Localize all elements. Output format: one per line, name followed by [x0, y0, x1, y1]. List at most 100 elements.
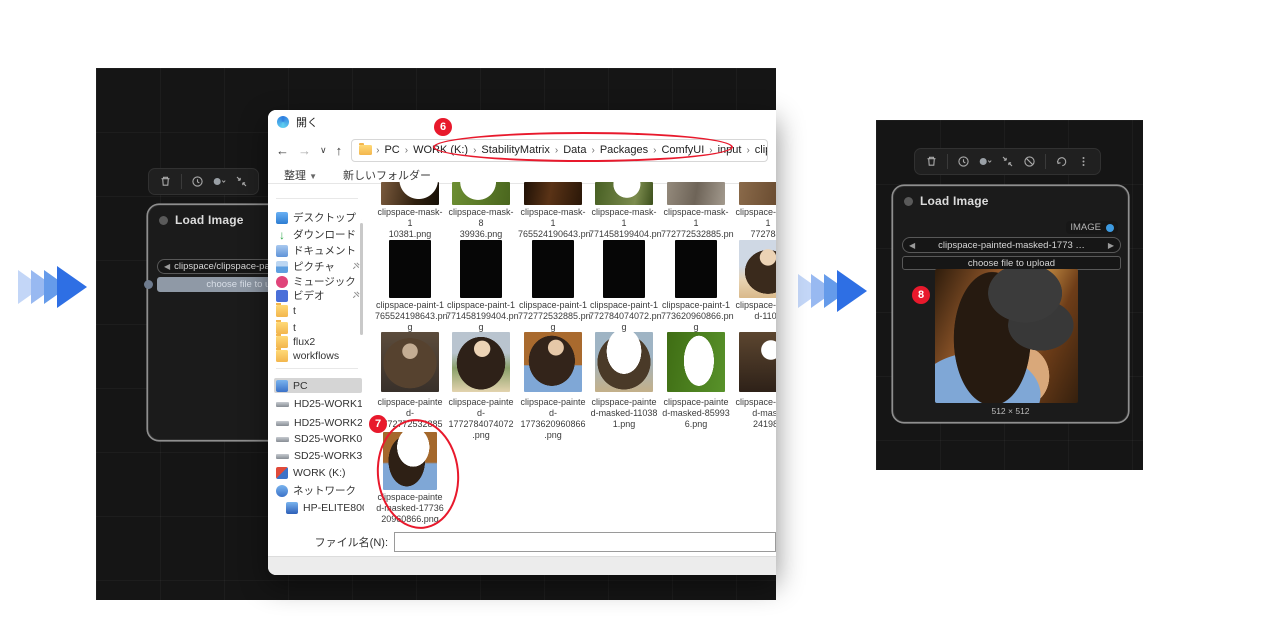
file-name[interactable]: clipspace-mask-839936.png [446, 207, 516, 240]
trash-icon[interactable] [159, 175, 172, 188]
input-socket-icon[interactable] [144, 280, 153, 289]
file-thumbnail[interactable] [603, 240, 645, 298]
sidebar-item-network[interactable]: ネットワーク [274, 483, 362, 498]
file-thumbnail[interactable] [389, 240, 431, 298]
desktop-icon [276, 212, 288, 224]
sidebar-item-folder[interactable]: t [274, 303, 362, 318]
bypass-icon[interactable] [1023, 155, 1036, 168]
tutorial-screenshot: Load Image ◀ clipspace/clipspace-pain ch… [0, 0, 1280, 630]
sidebar-item-music[interactable]: ミュージック [274, 274, 362, 289]
sidebar-separator [276, 198, 358, 199]
file-name[interactable]: clipspace-painted-maski241986 [733, 397, 776, 430]
file-name[interactable]: clipspace-painted-1773620960866.png [518, 397, 588, 441]
file-name[interactable]: clipspace-paint-1773620960866.png [661, 300, 731, 333]
sidebar-item-video[interactable]: ビデオ [274, 288, 362, 303]
sidebar-item-label: ピクチャ [293, 259, 335, 274]
file-thumbnail[interactable] [460, 240, 502, 298]
file-thumbnail[interactable] [595, 182, 653, 205]
file-name[interactable]: clipspace-paint-1772772532885.png [518, 300, 588, 333]
file-thumbnail[interactable] [532, 240, 574, 298]
choose-file-button[interactable]: choose file to upload [902, 256, 1121, 270]
dialog-footer [268, 556, 776, 575]
file-name[interactable]: clipspace-painted-1103 [733, 300, 776, 322]
pin-icon [352, 261, 360, 273]
file-thumbnail[interactable] [452, 332, 510, 392]
sidebar-item-drive-color[interactable]: WORK (K:) [274, 465, 362, 480]
back-icon[interactable]: ← [276, 144, 289, 157]
color-dot-icon[interactable] [213, 175, 226, 188]
folder-icon [359, 145, 372, 155]
collapse-icon[interactable] [1001, 155, 1014, 168]
pin-icon [352, 290, 360, 302]
breadcrumb-item[interactable]: clipspace [754, 144, 768, 156]
forward-icon[interactable]: → [298, 144, 311, 157]
file-thumbnail[interactable] [524, 182, 582, 205]
sidebar-item-label: HD25-WORK1 (G: [294, 398, 362, 410]
image-combo-widget[interactable]: ◀ clipspace-painted-masked-1773 … ▶ [902, 237, 1121, 253]
file-name[interactable]: clipspace-painted-masked-859936.png [661, 397, 731, 430]
more-icon[interactable] [1077, 155, 1090, 168]
sidebar-item-net-pc[interactable]: HP-ELITE800-OS [284, 500, 364, 515]
sidebar-item-pictures[interactable]: ピクチャ [274, 259, 362, 274]
sidebar-item-label: ドキュメント [293, 243, 356, 258]
file-thumbnail[interactable] [595, 332, 653, 392]
redo-icon[interactable] [1055, 155, 1068, 168]
breadcrumb-item[interactable]: PC [383, 144, 400, 156]
file-name[interactable]: clipspace-paint-1771458199404.png [446, 300, 516, 333]
file-name[interactable]: clipspace-painted-1772784074072.png [446, 397, 516, 441]
file-thumbnail[interactable] [739, 182, 776, 205]
sidebar-scrollbar[interactable] [360, 223, 363, 335]
organize-menu[interactable]: 整理 ▼ [284, 167, 317, 183]
file-name[interactable]: clipspace-mask-17727840 [733, 207, 776, 240]
collapse-dot-icon[interactable] [159, 216, 168, 225]
file-thumbnail[interactable] [381, 332, 439, 392]
output-socket-icon[interactable] [1106, 224, 1114, 232]
sidebar-item-label: HP-ELITE800-OS [303, 502, 364, 514]
file-thumbnail[interactable] [739, 240, 776, 298]
output-label: IMAGE [1070, 222, 1101, 233]
file-thumbnail[interactable] [667, 332, 725, 392]
filename-label: ファイル名(N): [268, 534, 394, 550]
sidebar-item-drive[interactable]: SD25-WORK0 (F:) [274, 431, 362, 446]
sidebar-item-drive[interactable]: HD25-WORK1 (G: [274, 396, 362, 411]
dialog-titlebar[interactable]: 開く [268, 110, 776, 134]
color-dot-icon[interactable] [979, 155, 992, 168]
collapse-dot-icon[interactable] [904, 197, 913, 206]
sidebar-item-drive[interactable]: HD25-WORK2 (H: [274, 415, 362, 430]
sidebar-item-folder[interactable]: flux2 [274, 334, 362, 349]
node-title-bar[interactable]: Load Image [894, 187, 1127, 212]
node-selection-toolbar [914, 148, 1101, 175]
trash-icon[interactable] [925, 155, 938, 168]
open-file-dialog: 開く ← → ∨ ↑ › PC›WORK (K:)›StabilityMatri… [268, 110, 776, 575]
sidebar-item-folder[interactable]: t [274, 320, 362, 335]
clock-icon[interactable] [957, 155, 970, 168]
file-name[interactable]: clipspace-mask-110381.png [375, 207, 445, 240]
folder-icon [276, 336, 288, 348]
file-name[interactable]: clipspace-painted-masked-110381.png [589, 397, 659, 430]
sidebar-item-pc[interactable]: PC [274, 378, 362, 393]
clock-icon[interactable] [191, 175, 204, 188]
up-icon[interactable]: ↑ [336, 144, 343, 157]
load-image-node-result[interactable]: Load Image IMAGEMASK ◀ clipspace-painted… [893, 186, 1128, 422]
file-name[interactable]: clipspace-paint-1772784074072.png [589, 300, 659, 333]
sidebar-item-document[interactable]: ドキュメント [274, 243, 362, 258]
collapse-icon[interactable] [235, 175, 248, 188]
recent-locations-icon[interactable]: ∨ [320, 146, 327, 155]
filename-input[interactable] [394, 532, 776, 552]
combo-right-arrow-icon[interactable]: ▶ [1108, 241, 1114, 250]
file-thumbnail[interactable] [381, 182, 439, 205]
file-name[interactable]: clipspace-paint-1765524198643.png [375, 300, 445, 333]
sidebar-item-desktop[interactable]: デスクトップ [274, 210, 362, 225]
file-thumbnail[interactable] [452, 182, 510, 205]
sidebar-item-download[interactable]: ↓ダウンロード [274, 227, 362, 242]
file-thumbnail[interactable] [739, 332, 776, 392]
new-folder-button[interactable]: 新しいフォルダー [343, 167, 431, 183]
sidebar-item-drive[interactable]: SD25-WORK3 (I:) [274, 448, 362, 463]
file-thumbnail[interactable] [524, 332, 582, 392]
sidebar-item-label: flux2 [293, 336, 315, 348]
file-thumbnail[interactable] [675, 240, 717, 298]
sidebar-item-folder[interactable]: workflows [274, 348, 362, 363]
output-slot-image[interactable]: IMAGE [1066, 221, 1118, 234]
loaded-image-preview[interactable] [935, 269, 1078, 403]
file-thumbnail[interactable] [667, 182, 725, 205]
